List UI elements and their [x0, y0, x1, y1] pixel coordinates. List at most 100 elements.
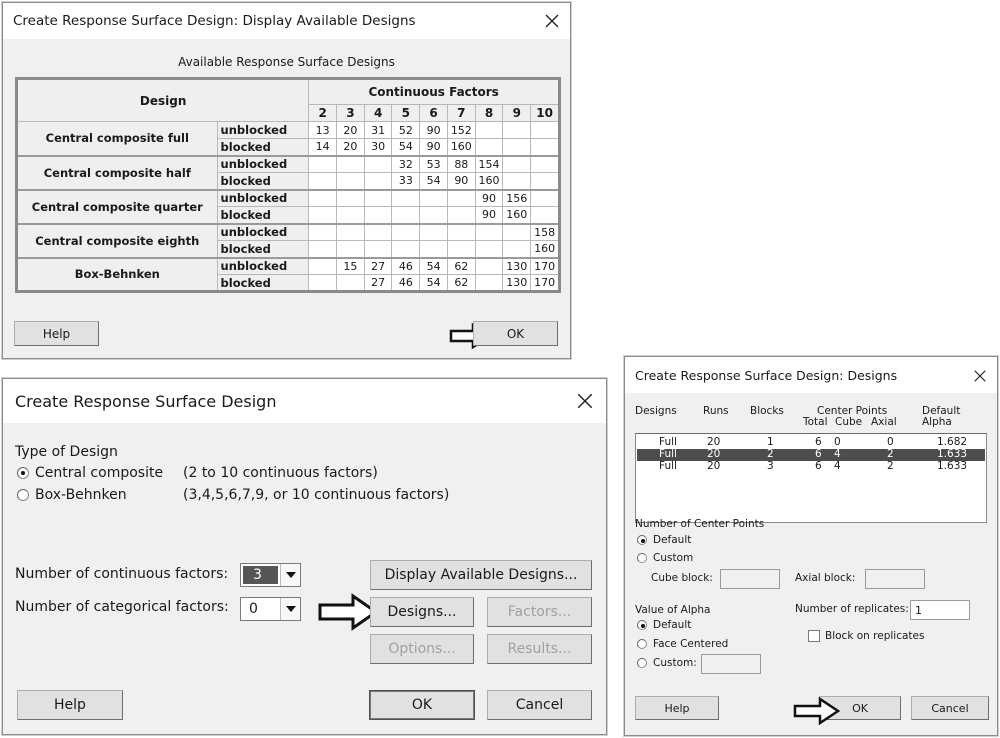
- blocking-label-cell: unblocked: [216, 256, 310, 275]
- continuous-factors-label: Number of continuous factors:: [15, 566, 229, 582]
- runs-cell: 158: [530, 222, 560, 241]
- table-caption: Available Response Surface Designs: [178, 55, 395, 69]
- design-design-cell: Full: [659, 448, 677, 460]
- close-icon[interactable]: [544, 13, 560, 29]
- results-button[interactable]: Results...: [487, 634, 592, 664]
- runs-cell: 160: [502, 206, 532, 224]
- alpha-custom-radio[interactable]: Custom:: [637, 657, 697, 669]
- radio-selected-icon: [637, 620, 647, 630]
- runs-cell: 54: [419, 274, 448, 292]
- runs-cell: [530, 188, 560, 207]
- axial-block-label: Axial block:: [795, 572, 856, 584]
- runs-cell: 27: [363, 274, 393, 292]
- factors-button[interactable]: Factors...: [487, 597, 592, 627]
- designs-list[interactable]: Full 20 1 6 0 0 1.682 Full 20 2 6 4 2 1.633 Full 20 3 6 4 2…: [635, 433, 987, 523]
- options-button[interactable]: Options...: [370, 634, 474, 664]
- ok-label: OK: [506, 326, 525, 341]
- runs-cell: 170: [530, 274, 560, 292]
- central-composite-note: (2 to 10 continuous factors): [183, 465, 378, 481]
- designs-button[interactable]: Designs...: [370, 597, 474, 627]
- center-points-custom-radio[interactable]: Custom: [637, 552, 693, 564]
- runs-cell: 160: [530, 240, 560, 258]
- runs-cell: 13: [308, 121, 338, 139]
- alpha-face-centered-radio[interactable]: Face Centered: [637, 638, 728, 650]
- central-composite-radio[interactable]: Central composite: [17, 465, 163, 481]
- block-on-replicates-label: Block on replicates: [825, 630, 925, 642]
- alpha-custom-input[interactable]: [701, 654, 761, 674]
- display-available-designs-button[interactable]: Display Available Designs...: [370, 560, 592, 590]
- runs-cell: [308, 206, 338, 224]
- runs-cell: [530, 172, 560, 190]
- design-name-cell: Central composite eighth: [16, 222, 218, 258]
- factor-column-header: 3: [336, 104, 365, 122]
- title-bar: Create Response Surface Design: Designs: [625, 357, 997, 393]
- ok-button[interactable]: OK: [369, 690, 475, 720]
- blocking-label-cell: unblocked: [216, 121, 310, 139]
- dialog-title: Create Response Surface Design: Designs: [635, 367, 898, 383]
- runs-cell: [474, 121, 504, 139]
- close-icon[interactable]: [576, 392, 594, 410]
- cube-block-input[interactable]: [720, 569, 780, 589]
- list-item[interactable]: Full 20 3 6 4 2 1.633: [637, 460, 985, 473]
- ok-button[interactable]: OK: [473, 321, 558, 346]
- runs-cell: [336, 172, 365, 190]
- runs-cell: [530, 138, 560, 156]
- button-label: Options...: [388, 641, 456, 657]
- option-label: Box-Behnken: [35, 487, 127, 503]
- runs-cell: 20: [336, 138, 365, 156]
- design-total-cell: 6: [815, 436, 822, 448]
- col-header-cube: Cube: [835, 416, 863, 428]
- runs-cell: 160: [446, 138, 476, 156]
- runs-cell: [336, 188, 365, 207]
- list-item[interactable]: Full 20 2 6 4 2 1.633: [637, 448, 985, 461]
- runs-cell: [336, 206, 365, 224]
- design-alpha-cell: 1.633: [937, 448, 968, 460]
- continuous-factors-select[interactable]: 3: [240, 563, 301, 587]
- runs-cell: [336, 240, 365, 258]
- create-rsd-dialog: Create Response Surface Design Type of D…: [2, 378, 607, 735]
- help-button[interactable]: Help: [635, 696, 719, 720]
- design-axial-cell: 2: [887, 460, 894, 472]
- runs-cell: [336, 222, 365, 241]
- replicates-input[interactable]: 1: [910, 600, 970, 620]
- design-name-cell: Box-Behnken: [16, 256, 218, 292]
- radio-selected-icon: [637, 535, 647, 545]
- runs-cell: [391, 188, 421, 207]
- cancel-button[interactable]: Cancel: [911, 696, 989, 720]
- runs-cell: [530, 121, 560, 139]
- list-item[interactable]: Full 20 1 6 0 0 1.682: [637, 436, 985, 449]
- runs-cell: 130: [502, 256, 532, 275]
- pointer-arrow-icon: [793, 697, 841, 725]
- runs-cell: [391, 206, 421, 224]
- help-button[interactable]: Help: [17, 690, 123, 720]
- runs-cell: 90: [474, 206, 504, 224]
- factor-column-header: 2: [308, 104, 338, 122]
- design-header: Design: [15, 78, 310, 122]
- categorical-factors-select[interactable]: 0: [240, 597, 301, 621]
- help-button[interactable]: Help: [14, 321, 99, 346]
- box-behnken-note: (3,4,5,6,7,9, or 10 continuous factors): [183, 487, 450, 503]
- runs-cell: 62: [446, 256, 476, 275]
- radio-unselected-icon: [637, 553, 647, 563]
- button-label: Help: [54, 697, 86, 713]
- design-design-cell: Full: [659, 460, 677, 472]
- table-row: Central composite full unblocked 13 20 31 52 9…: [16, 121, 560, 156]
- box-behnken-radio[interactable]: Box-Behnken: [17, 487, 127, 503]
- help-label: Help: [42, 326, 71, 341]
- axial-block-input[interactable]: [865, 569, 925, 589]
- design-total-cell: 6: [815, 460, 822, 472]
- available-designs-table: Design Continuous Factors 2 3 4 5 6 7 8 9 10 Cen…: [15, 77, 561, 293]
- close-icon[interactable]: [973, 368, 987, 382]
- cancel-button[interactable]: Cancel: [487, 690, 592, 720]
- runs-cell: 27: [363, 256, 393, 275]
- col-header-designs: Designs: [635, 405, 677, 417]
- runs-cell: 46: [391, 274, 421, 292]
- col-header-blocks: Blocks: [750, 405, 784, 417]
- alpha-default-radio[interactable]: Default: [637, 619, 691, 631]
- center-points-default-radio[interactable]: Default: [637, 534, 691, 546]
- designs-dialog: Create Response Surface Design: Designs …: [624, 356, 998, 736]
- runs-cell: [474, 274, 504, 292]
- block-on-replicates-checkbox[interactable]: [808, 630, 820, 642]
- runs-cell: [419, 206, 448, 224]
- runs-cell: [308, 172, 338, 190]
